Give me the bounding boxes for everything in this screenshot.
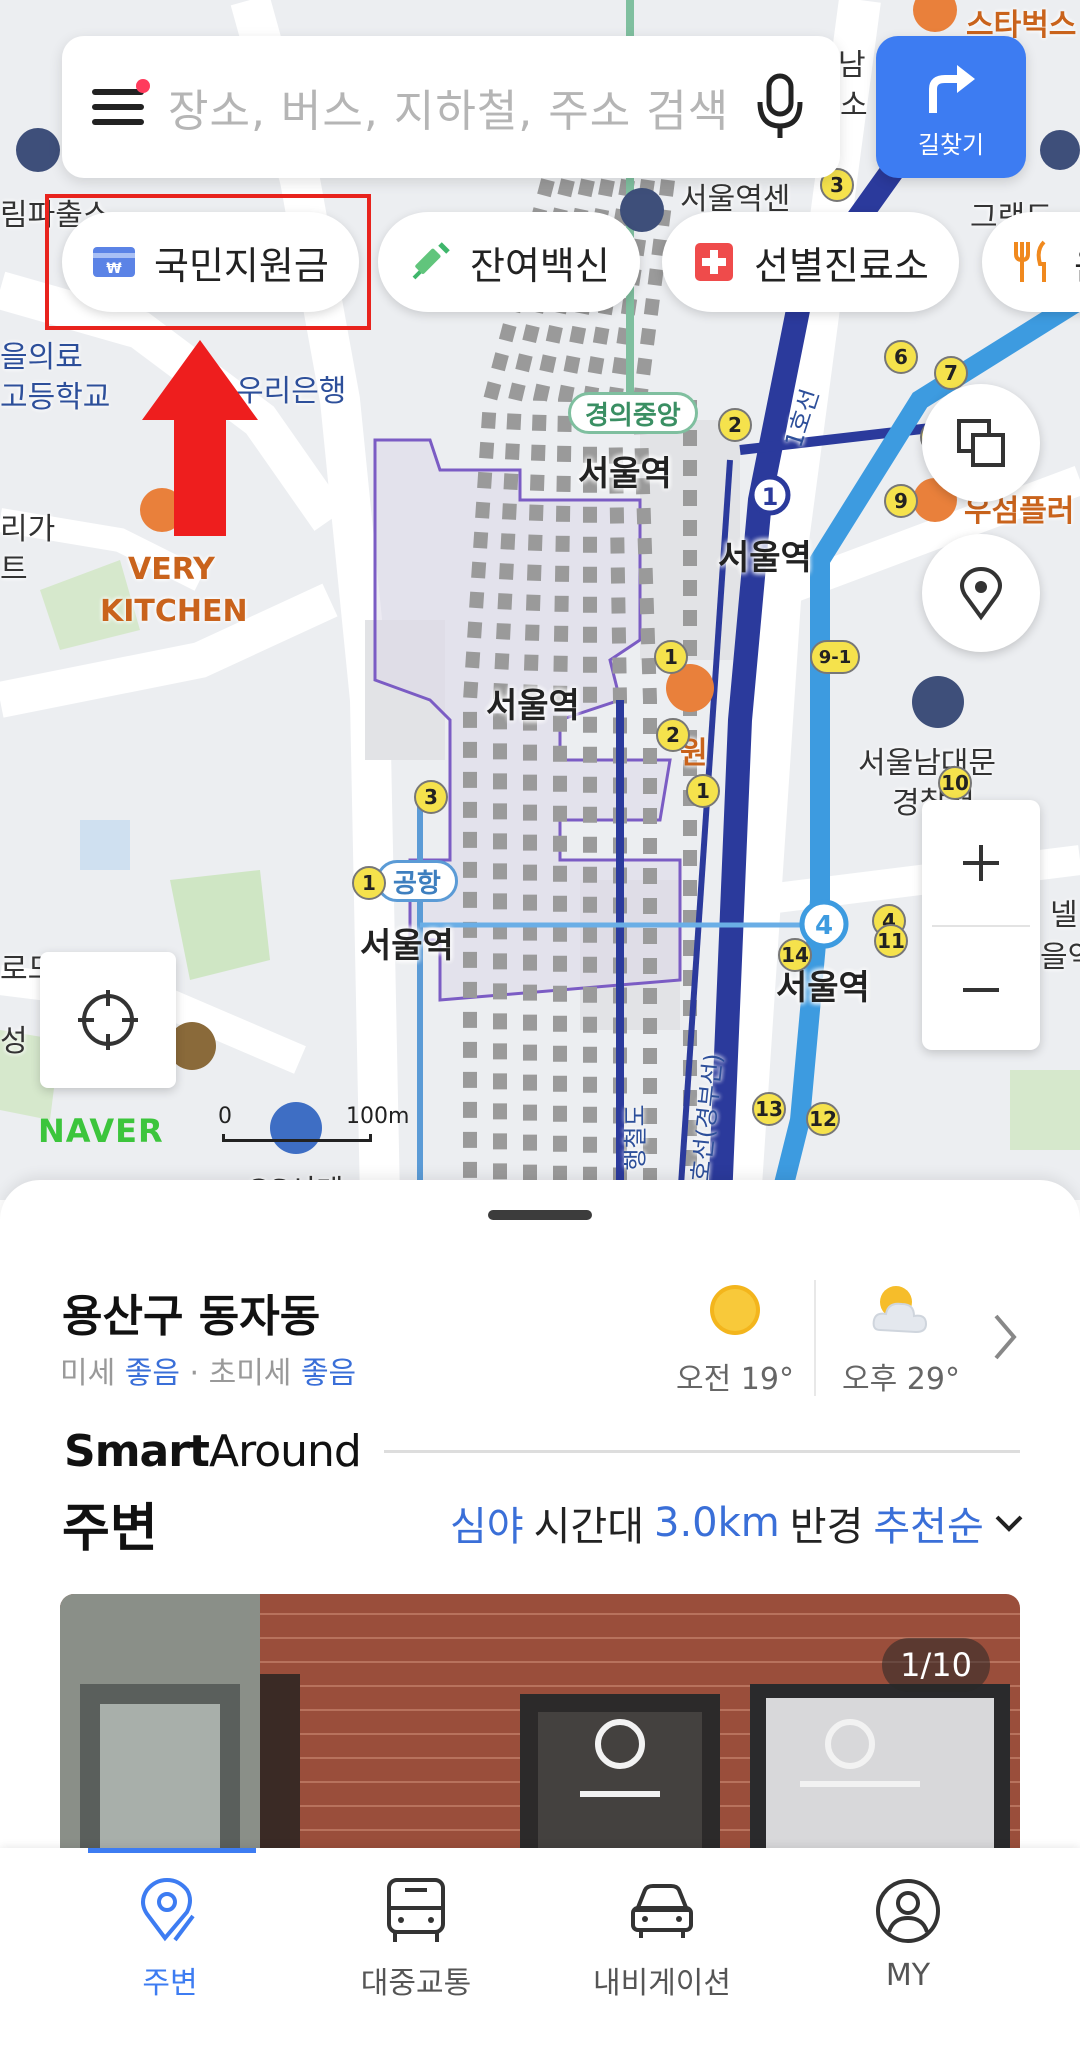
restaurant-icon: [1012, 240, 1056, 284]
tab-my[interactable]: MY: [808, 1876, 1008, 1993]
fine-dust-label: 미세: [60, 1356, 116, 1391]
partly-cloudy-icon: [872, 1286, 928, 1334]
plus-icon: [963, 844, 999, 881]
filter-radius-suffix: 반경: [789, 1504, 864, 1550]
weather-morning-text: 오전 19°: [676, 1362, 794, 1397]
photo-counter: 1/10: [882, 1638, 990, 1692]
search-input[interactable]: 장소, 버스, 지하철, 주소 검색: [168, 75, 750, 139]
zoom-out-button[interactable]: [922, 927, 1040, 1052]
zoom-in-button[interactable]: [922, 800, 1040, 925]
tab-label: 주변: [142, 1966, 198, 2001]
weather-morning[interactable]: 오전 19°: [670, 1280, 800, 1398]
map-view[interactable]: 1 4 서울역 서울역 서울역 서울역 서울역 경의중앙 공항 우리은행 VER…: [0, 0, 1080, 1200]
exit-badge: 2: [718, 408, 752, 442]
exit-badge: 2: [656, 718, 690, 752]
scale-max-label: 100m: [346, 1104, 410, 1129]
user-icon: [876, 1879, 940, 1943]
svg-text:4: 4: [815, 911, 833, 941]
exit-badge: 11: [874, 924, 908, 958]
chip-vaccine[interactable]: 잔여백신: [378, 212, 640, 312]
exit-badge: 3: [414, 780, 448, 814]
location-pin-icon: [141, 1877, 195, 1942]
naver-logo: NAVER: [38, 1112, 164, 1150]
chip-label: 음: [1074, 235, 1080, 290]
tab-label: 내비게이션: [593, 1966, 731, 2001]
microphone-icon[interactable]: [750, 72, 810, 142]
sun-icon: [710, 1285, 760, 1335]
scale-zero-label: 0: [218, 1104, 232, 1129]
layers-button[interactable]: [922, 384, 1040, 502]
car-icon: [631, 1884, 693, 1938]
line-badge-airport: 공항: [376, 860, 458, 902]
exit-badge: 14: [778, 938, 812, 972]
scale-bar: 0 100m: [218, 1104, 409, 1144]
separator: ·: [189, 1356, 200, 1391]
tab-label: 대중교통: [360, 1966, 472, 2001]
tab-navigation[interactable]: 내비게이션: [562, 1876, 762, 2002]
directions-button[interactable]: 길찾기: [876, 36, 1026, 178]
bus-icon: [387, 1878, 445, 1942]
tab-transit[interactable]: 대중교통: [316, 1876, 516, 2002]
tab-label: MY: [885, 1958, 931, 1993]
search-bar[interactable]: 장소, 버스, 지하철, 주소 검색: [62, 36, 840, 178]
chip-label: 잔여백신: [470, 243, 610, 288]
red-arrow-annotation: [142, 340, 258, 536]
turn-arrow-icon: [929, 64, 975, 113]
weather-afternoon[interactable]: 오후 29°: [836, 1280, 966, 1398]
zoom-controls: [922, 800, 1040, 1050]
nearby-filter[interactable]: 심야 시간대 3.0km 반경 추천순: [450, 1494, 1024, 1552]
smart-around-logo: SmartAround: [64, 1426, 362, 1477]
menu-icon[interactable]: [92, 79, 150, 127]
highlight-box: [45, 194, 371, 330]
filter-time-suffix: 시간대: [533, 1504, 645, 1550]
nearby-title: 주변: [62, 1499, 158, 1559]
fine-dust-value: 좋음: [124, 1356, 180, 1391]
chevron-right-icon[interactable]: [990, 1312, 1020, 1362]
smart-around-bold: Smart: [64, 1426, 210, 1477]
chip-screening-clinic[interactable]: 선별진료소: [662, 212, 959, 312]
filter-radius[interactable]: 3.0km: [654, 1500, 780, 1546]
exit-badge: 6: [884, 340, 918, 374]
current-location-button[interactable]: [40, 952, 176, 1088]
exit-badge: 12: [806, 1102, 840, 1136]
exit-badge: 9-1: [810, 640, 860, 674]
bottom-tab-bar: 주변 대중교통 내비게이션 MY: [0, 1848, 1080, 2045]
place-photo-card[interactable]: 1/10: [60, 1594, 1020, 1848]
exit-badge: 7: [934, 356, 968, 390]
chip-label: 선별진료소: [754, 243, 929, 288]
location-title: 용산구 동자동: [62, 1291, 321, 1342]
chip-restaurant[interactable]: 음: [982, 212, 1080, 312]
place-photo: [60, 1594, 1020, 1848]
ultrafine-dust-value: 좋음: [300, 1356, 357, 1391]
exit-badge: 10: [938, 766, 972, 800]
ultrafine-dust-label: 초미세: [208, 1356, 292, 1391]
tab-nearby[interactable]: 주변: [70, 1876, 270, 2002]
filter-sort[interactable]: 추천순: [873, 1494, 983, 1552]
svg-text:1: 1: [762, 483, 779, 511]
map-pin-icon: [960, 566, 1002, 621]
chevron-down-icon[interactable]: [994, 1513, 1024, 1533]
smart-around-light: Around: [208, 1426, 362, 1477]
medical-cross-icon: [692, 240, 736, 284]
directions-label: 길찾기: [917, 130, 985, 159]
exit-badge: 9: [884, 484, 918, 518]
layers-icon: [957, 419, 1005, 467]
filter-time[interactable]: 심야: [450, 1494, 524, 1552]
notification-dot: [136, 79, 150, 93]
syringe-icon: [408, 240, 452, 284]
place-pin-button[interactable]: [922, 534, 1040, 652]
air-quality-info: 미세 좋음 · 초미세 좋음: [60, 1348, 356, 1392]
active-tab-indicator: [88, 1848, 256, 1853]
weather-afternoon-text: 오후 29°: [842, 1362, 960, 1397]
exit-badge: 13: [752, 1092, 786, 1126]
bottom-sheet[interactable]: 용산구 동자동 미세 좋음 · 초미세 좋음 오전 19° 오후 29° Sma…: [0, 1180, 1080, 1848]
sheet-drag-handle[interactable]: [488, 1210, 592, 1220]
line-badge-gyeongui: 경의중앙: [568, 392, 698, 434]
exit-badge: 1: [654, 640, 688, 674]
exit-badge: 1: [352, 866, 386, 900]
crosshair-icon: [78, 990, 138, 1050]
exit-badge: 1: [686, 774, 720, 808]
minus-icon: [963, 987, 999, 992]
